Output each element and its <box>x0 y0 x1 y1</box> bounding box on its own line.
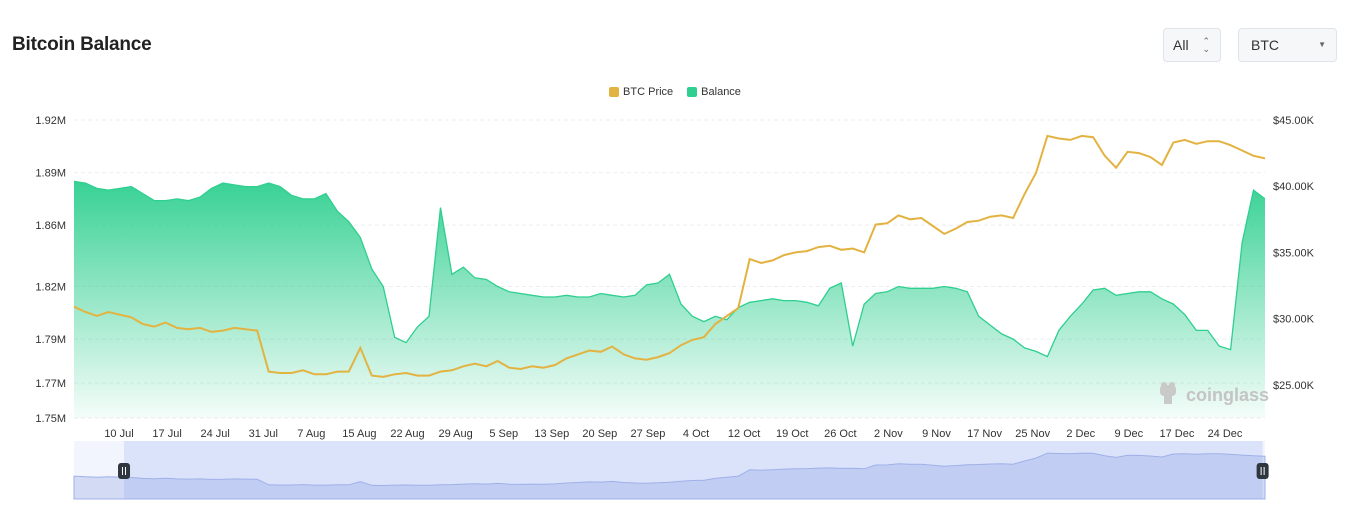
navigator[interactable] <box>73 441 1269 500</box>
x-tick-label: 12 Oct <box>728 428 760 440</box>
x-tick-label: 9 Nov <box>922 428 951 440</box>
navigator-handle-right[interactable] <box>1256 463 1269 479</box>
x-tick-label: 17 Dec <box>1159 428 1194 440</box>
y-right-tick-label: $35.00K <box>1273 247 1315 259</box>
x-tick-label: 31 Jul <box>249 428 278 440</box>
y-right-tick-label: $45.00K <box>1273 115 1315 127</box>
x-tick-label: 10 Jul <box>104 428 133 440</box>
x-tick-label: 4 Oct <box>683 428 709 440</box>
y-left-tick-label: 1.75M <box>35 413 66 425</box>
x-tick-label: 13 Sep <box>534 428 569 440</box>
x-tick-label: 24 Jul <box>200 428 229 440</box>
x-tick-label: 26 Oct <box>824 428 856 440</box>
y-left-tick-label: 1.82M <box>35 282 66 294</box>
x-tick-label: 19 Oct <box>776 428 808 440</box>
balance-area-fill <box>74 181 1265 418</box>
x-tick-label: 17 Nov <box>967 428 1002 440</box>
y-right-tick-label: $25.00K <box>1273 380 1315 392</box>
y-left-tick-label: 1.86M <box>35 220 66 232</box>
balance-area <box>74 181 1265 418</box>
x-tick-label: 7 Aug <box>297 428 325 440</box>
x-tick-label: 15 Aug <box>342 428 376 440</box>
balance-price-chart[interactable]: 1.92M 1.89M 1.86M 1.82M 1.79M 1.77M 1.75M $45.0… <box>0 0 1350 505</box>
x-tick-label: 2 Nov <box>874 428 903 440</box>
x-tick-label: 2 Dec <box>1066 428 1095 440</box>
y-right-tick-label: $30.00K <box>1273 314 1315 326</box>
y-left-tick-label: 1.92M <box>35 115 66 127</box>
x-tick-label: 20 Sep <box>582 428 617 440</box>
x-tick-label: 9 Dec <box>1114 428 1143 440</box>
x-tick-label: 17 Jul <box>152 428 181 440</box>
y-left-tick-label: 1.79M <box>35 334 66 346</box>
watermark-text: coinglass <box>1186 385 1269 405</box>
x-tick-label: 25 Nov <box>1015 428 1050 440</box>
x-tick-label: 24 Dec <box>1208 428 1243 440</box>
x-tick-label: 22 Aug <box>390 428 424 440</box>
navigator-handle-left[interactable] <box>118 463 131 479</box>
x-tick-label: 27 Sep <box>631 428 666 440</box>
x-tick-label: 29 Aug <box>438 428 472 440</box>
y-left-tick-label: 1.89M <box>35 168 66 180</box>
x-tick-label: 5 Sep <box>489 428 518 440</box>
y-left-tick-label: 1.77M <box>35 378 66 390</box>
y-right-tick-label: $40.00K <box>1273 181 1315 193</box>
